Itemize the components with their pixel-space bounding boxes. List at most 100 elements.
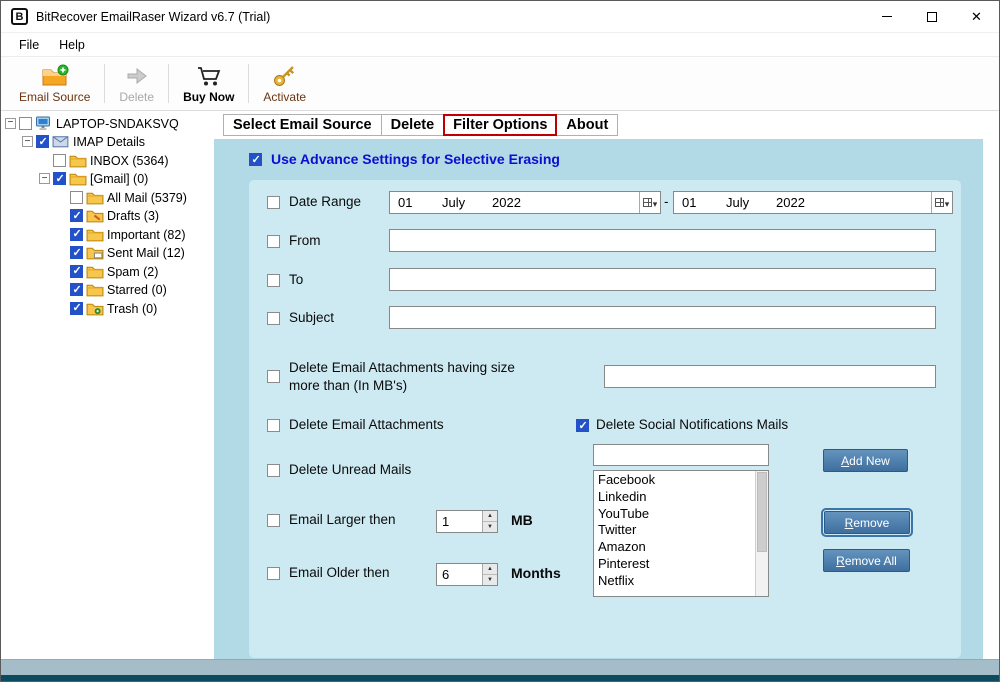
toolbar-email-source[interactable]: Email Source	[7, 57, 102, 110]
delete-attachments-checkbox[interactable]	[267, 419, 280, 432]
subject-input[interactable]	[389, 306, 936, 329]
unread-mails-checkbox[interactable]	[267, 464, 280, 477]
date-from-field[interactable]: 01 July 2022	[389, 191, 661, 214]
toolbar-activate[interactable]: Activate	[251, 57, 318, 110]
expander-icon[interactable]	[5, 118, 16, 129]
list-item-twitter[interactable]: Twitter	[594, 521, 768, 538]
spinner-down-icon[interactable]	[483, 574, 497, 585]
toolbar-delete[interactable]: Delete	[107, 57, 166, 110]
tree-checkbox[interactable]	[70, 228, 83, 241]
tab-strip: Select Email SourceDeleteFilter OptionsA…	[214, 111, 999, 139]
scrollbar-thumb[interactable]	[757, 472, 767, 552]
date-to-month[interactable]: July	[726, 195, 749, 210]
folder-icon	[69, 153, 87, 168]
email-older-checkbox[interactable]	[267, 567, 280, 580]
tree-item-drafts-3[interactable]: Drafts (3)	[1, 207, 214, 226]
date-to-dropdown-button[interactable]	[931, 192, 952, 213]
date-from-dropdown-button[interactable]	[639, 192, 660, 213]
delete-icon	[125, 63, 149, 89]
email-older-spinner[interactable]: 6	[436, 563, 498, 586]
tree-checkbox[interactable]	[53, 172, 66, 185]
email-larger-checkbox[interactable]	[267, 514, 280, 527]
tree-item-all-mail-5379[interactable]: All Mail (5379)	[1, 188, 214, 207]
social-notifications-label: Delete Social Notifications Mails	[596, 417, 788, 432]
tree-item-important-82[interactable]: Important (82)	[1, 225, 214, 244]
from-input[interactable]	[389, 229, 936, 252]
from-checkbox[interactable]	[267, 235, 280, 248]
advance-settings-checkbox[interactable]	[249, 153, 262, 166]
tree-item-trash-0[interactable]: Trash (0)	[1, 299, 214, 318]
tree-item-inbox-5364[interactable]: INBOX (5364)	[1, 151, 214, 170]
tree-checkbox[interactable]	[70, 265, 83, 278]
tree-checkbox[interactable]	[53, 154, 66, 167]
toolbar-buy-now[interactable]: Buy Now	[171, 57, 246, 110]
add-new-button[interactable]: Add New	[823, 449, 908, 472]
spinner-down-icon[interactable]	[483, 521, 497, 532]
tree-item-imap-details[interactable]: IMAP Details	[1, 133, 214, 152]
list-item-linkedin[interactable]: Linkedin	[594, 488, 768, 505]
attachment-size-input[interactable]	[604, 365, 936, 388]
minimize-icon	[882, 16, 892, 17]
expander-icon[interactable]	[22, 136, 33, 147]
remove-button[interactable]: Remove	[824, 511, 910, 534]
folder-icon	[86, 264, 104, 279]
app-icon: B	[11, 8, 28, 25]
tab-about[interactable]: About	[556, 114, 618, 136]
tab-select-email-source[interactable]: Select Email Source	[223, 114, 382, 136]
email-larger-spinner[interactable]: 1	[436, 510, 498, 533]
delete-attachments-label: Delete Email Attachments	[289, 417, 444, 432]
minimize-button[interactable]	[864, 1, 909, 32]
tree-item-sent-mail-12[interactable]: Sent Mail (12)	[1, 244, 214, 263]
date-from-year[interactable]: 2022	[492, 195, 521, 210]
spinner-up-icon[interactable]	[483, 511, 497, 521]
list-item-pinterest[interactable]: Pinterest	[594, 555, 768, 572]
tree-checkbox[interactable]	[70, 209, 83, 222]
bottom-accent-strip	[1, 675, 999, 681]
menu-file[interactable]: File	[9, 35, 49, 55]
attachment-size-label-line1: Delete Email Attachments having size	[289, 360, 515, 375]
window-controls	[864, 1, 999, 32]
tree-item-starred-0[interactable]: Starred (0)	[1, 281, 214, 300]
list-item-netflix[interactable]: Netflix	[594, 572, 768, 589]
listbox-scrollbar[interactable]	[755, 471, 768, 596]
to-input[interactable]	[389, 268, 936, 291]
spinner-value: 6	[442, 567, 449, 582]
attachment-size-checkbox[interactable]	[267, 370, 280, 383]
expander-icon[interactable]	[39, 173, 50, 184]
tree-checkbox[interactable]	[70, 283, 83, 296]
tab-delete[interactable]: Delete	[381, 114, 445, 136]
maximize-button[interactable]	[909, 1, 954, 32]
tree-item-gmail-0[interactable]: [Gmail] (0)	[1, 170, 214, 189]
tree-checkbox[interactable]	[70, 246, 83, 259]
tree-checkbox[interactable]	[19, 117, 32, 130]
date-to-year[interactable]: 2022	[776, 195, 805, 210]
email-source-icon	[41, 63, 69, 89]
unread-mails-label: Delete Unread Mails	[289, 462, 411, 477]
subject-checkbox[interactable]	[267, 312, 280, 325]
toolbar-separator	[248, 64, 249, 103]
tree-label: Starred (0)	[107, 282, 167, 297]
date-to-field[interactable]: 01 July 2022	[673, 191, 953, 214]
menu-help[interactable]: Help	[49, 35, 95, 55]
tree-checkbox[interactable]	[36, 135, 49, 148]
close-button[interactable]	[954, 1, 999, 32]
social-list[interactable]: FacebookLinkedinYouTubeTwitterAmazonPint…	[593, 470, 769, 597]
list-item-amazon[interactable]: Amazon	[594, 538, 768, 555]
date-range-checkbox[interactable]	[267, 196, 280, 209]
tree-checkbox[interactable]	[70, 302, 83, 315]
tree-item-laptop-sndaksvq[interactable]: LAPTOP-SNDAKSVQ	[1, 114, 214, 133]
date-from-day[interactable]: 01	[398, 195, 412, 210]
tab-filter-options[interactable]: Filter Options	[443, 114, 557, 136]
tree-checkbox[interactable]	[70, 191, 83, 204]
tree-item-spam-2[interactable]: Spam (2)	[1, 262, 214, 281]
date-from-month[interactable]: July	[442, 195, 465, 210]
social-new-entry-input[interactable]	[593, 444, 769, 466]
email-larger-label: Email Larger then	[289, 512, 396, 527]
date-to-day[interactable]: 01	[682, 195, 696, 210]
list-item-youtube[interactable]: YouTube	[594, 505, 768, 522]
list-item-facebook[interactable]: Facebook	[594, 471, 768, 488]
social-notifications-checkbox[interactable]	[576, 419, 589, 432]
remove-all-button[interactable]: Remove All	[823, 549, 910, 572]
to-checkbox[interactable]	[267, 274, 280, 287]
spinner-up-icon[interactable]	[483, 564, 497, 574]
